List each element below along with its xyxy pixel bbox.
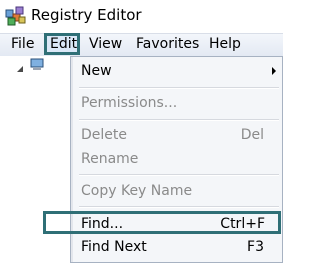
menu-favorites[interactable]: Favorites [133, 34, 202, 55]
menu-item-shortcut: Ctrl+F [220, 216, 265, 232]
menu-item-label: Find... [81, 216, 124, 232]
menu-bar: File Edit View Favorites Help [0, 33, 283, 56]
menu-edit[interactable]: Edit [46, 34, 78, 55]
menu-item-label: Delete [81, 127, 127, 143]
menu-item-rename[interactable]: Rename [73, 147, 282, 171]
menu-item-find-next[interactable]: Find Next F3 [73, 235, 282, 259]
menu-item-permissions[interactable]: Permissions... [73, 91, 282, 115]
menu-separator [79, 87, 279, 89]
menu-help[interactable]: Help [206, 34, 244, 55]
menu-item-shortcut: Del [240, 127, 264, 143]
menu-item-label: Copy Key Name [81, 183, 193, 199]
title-bar: Registry Editor [0, 0, 283, 32]
menu-item-copy-key-name[interactable]: Copy Key Name [73, 179, 282, 203]
menu-item-label: Permissions... [81, 95, 178, 111]
menu-item-label: Find Next [81, 239, 147, 255]
menu-separator [79, 206, 279, 208]
submenu-arrow-icon [272, 67, 276, 75]
menu-item-find[interactable]: Find... Ctrl+F [73, 212, 282, 236]
registry-editor-icon [5, 6, 26, 26]
menu-separator [79, 119, 279, 121]
menu-separator [79, 174, 279, 176]
tree-expand-icon[interactable] [17, 66, 23, 72]
menu-file[interactable]: File [8, 34, 37, 55]
menu-item-shortcut: F3 [247, 239, 264, 255]
menu-item-new[interactable]: New [73, 59, 282, 83]
computer-icon[interactable] [30, 58, 46, 72]
menu-view[interactable]: View [86, 34, 125, 55]
registry-tree [0, 56, 73, 263]
menu-item-delete[interactable]: Delete Del [73, 123, 282, 147]
menu-item-label: Rename [81, 151, 139, 167]
menu-item-label: New [81, 63, 112, 79]
window-title: Registry Editor [31, 6, 142, 24]
edit-dropdown-menu: New Permissions... Delete Del Rename Cop… [70, 56, 283, 263]
